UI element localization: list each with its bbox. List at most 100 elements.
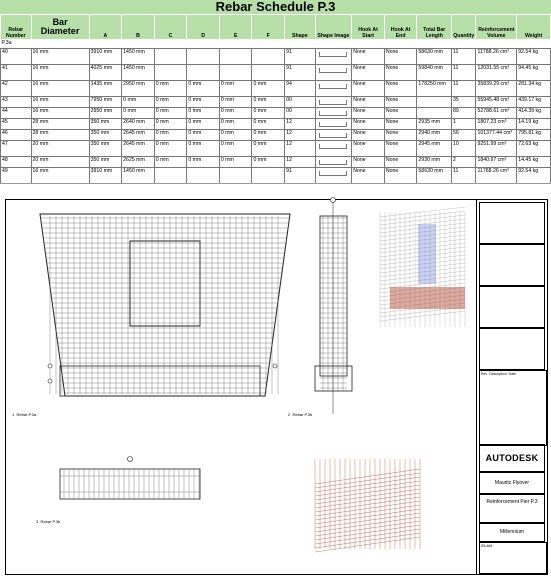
shape-sketch-icon — [319, 100, 348, 105]
cell-num: 49 — [0, 167, 32, 184]
cell-b: 2645 mm — [121, 140, 155, 157]
shape-sketch-icon — [319, 68, 348, 73]
view-label-3: 3 Rebar P.3b — [36, 519, 61, 524]
cell-vol: 12031.55 cm³ — [475, 64, 518, 81]
cell-wt: 281.34 kg — [516, 80, 551, 97]
cell-e: 0 mm — [218, 80, 253, 97]
cell-d: 0 mm — [186, 140, 220, 157]
col-header: Shape Image — [314, 14, 353, 40]
col-header: Hook At Start — [351, 14, 385, 40]
cell-a: 3910 mm — [88, 167, 123, 184]
cell-a: 350 mm — [88, 140, 123, 157]
cell-a: 1435 mm — [88, 80, 123, 97]
cell-f — [251, 48, 286, 65]
col-header: B — [121, 14, 155, 40]
cell-dia: 28 mm — [30, 129, 90, 141]
title-block: Rev Description Date AUTODESK Mauritz Fl… — [476, 199, 548, 575]
plan-drawing — [59, 456, 201, 500]
cell-d: 0 mm — [186, 129, 220, 141]
cell-vol: 1807.23 cm³ — [475, 118, 518, 130]
cell-e: 0 mm — [218, 96, 253, 108]
cell-shape: 12 — [284, 129, 316, 141]
cell-shape: 12 — [284, 140, 316, 157]
shape-sketch-icon — [319, 160, 348, 165]
cell-wt: 795.81 kg — [516, 129, 551, 141]
table-row: 49 16 mm 3910 mm 1450 mm 91 None None 58630 mm 1… — [0, 167, 551, 184]
cell-len: 59840 mm — [416, 64, 453, 81]
table-row: 43 16 mm 7950 mm 0 mm 0 mm 0 mm 0 mm 0 mm 00 None… — [0, 96, 551, 108]
cell-hs: None — [351, 64, 385, 81]
cell-hs: None — [351, 118, 385, 130]
cell-num: 43 — [0, 96, 32, 108]
cell-f: 0 mm — [251, 107, 286, 119]
table-row: 44 16 mm 2950 mm 0 mm 0 mm 0 mm 0 mm 0 mm 00 None… — [0, 107, 551, 119]
3d-view-bottom — [314, 459, 421, 553]
shape-image — [314, 167, 353, 184]
cell-vol: 1840.97 cm³ — [475, 156, 518, 168]
cell-he: None — [383, 64, 418, 81]
cell-f: 0 mm — [251, 118, 286, 130]
shape-sketch-icon — [319, 144, 348, 149]
cell-d — [186, 48, 220, 65]
cell-dia: 16 mm — [30, 107, 90, 119]
cell-dia: 20 mm — [30, 140, 90, 157]
cell-num: 45 — [0, 118, 32, 130]
shape-image — [314, 48, 353, 65]
cell-len: 2930 mm — [416, 156, 453, 168]
cell-dia: 16 mm — [30, 80, 90, 97]
cell-hs: None — [351, 129, 385, 141]
cell-shape: 00 — [284, 96, 316, 108]
shape-sketch-icon — [319, 84, 348, 89]
shape-image — [314, 96, 353, 108]
cell-wt: 14.45 kg — [516, 156, 551, 168]
col-header: Rebar Number — [0, 14, 32, 40]
cell-c: 0 mm — [153, 80, 188, 97]
shape-image — [314, 118, 353, 130]
shape-sketch-icon — [319, 52, 348, 57]
cell-dia: 16 mm — [30, 167, 90, 184]
cell-b: 0 mm — [121, 107, 155, 119]
shape-image — [314, 107, 353, 119]
cell-qty: 35 — [451, 96, 477, 108]
table-row: 48 20 mm 350 mm 2625 mm 0 mm 0 mm 0 mm 0 mm 12 No… — [0, 156, 551, 168]
cell-hs: None — [351, 167, 385, 184]
cell-f: 0 mm — [251, 96, 286, 108]
cell-c: 0 mm — [153, 107, 188, 119]
cell-len: 58630 mm — [416, 48, 453, 65]
cell-hs: None — [351, 96, 385, 108]
cell-dia: 16 mm — [30, 48, 90, 65]
cell-len: 178250 mm — [416, 80, 453, 97]
shape-sketch-icon — [319, 111, 348, 116]
table-row: 47 20 mm 350 mm 2645 mm 0 mm 0 mm 0 mm 0 mm 12 No… — [0, 140, 551, 157]
cell-f: 0 mm — [251, 140, 286, 157]
tb-notes-area — [479, 328, 545, 370]
rebar-schedule-table: Rebar Number Bar Diameter A B C D E F Shape Shape… — [0, 14, 551, 184]
cell-shape: 12 — [284, 118, 316, 130]
cell-b: 0 mm — [121, 96, 155, 108]
cell-wt: 414.39 kg — [516, 107, 551, 119]
cell-wt: 72.63 kg — [516, 140, 551, 157]
col-header: D — [186, 14, 220, 40]
cell-qty: 56 — [451, 129, 477, 141]
table-row: 46 28 mm 350 mm 2645 mm 0 mm 0 mm 0 mm 0 mm 12 No… — [0, 129, 551, 141]
shape-image — [314, 156, 353, 168]
cell-a: 3910 mm — [88, 48, 123, 65]
cell-qty: 11 — [451, 167, 477, 184]
cell-dia: 16 mm — [30, 64, 90, 81]
cell-wt: 92.54 kg — [516, 167, 551, 184]
cell-len — [416, 107, 453, 119]
cell-e: 0 mm — [218, 107, 253, 119]
table-row: 45 28 mm 350 mm 2640 mm 0 mm 0 mm 0 mm 0 mm 12 No… — [0, 118, 551, 130]
cell-a: 350 mm — [88, 156, 123, 168]
shape-sketch-icon — [319, 133, 348, 138]
table-row: 42 16 mm 1435 mm 2950 mm 0 mm 0 mm 0 mm 0 mm 94 N… — [0, 80, 551, 97]
cell-c: 0 mm — [153, 156, 188, 168]
cell-b: 2625 mm — [121, 156, 155, 168]
cell-hs: None — [351, 48, 385, 65]
cell-b: 1450 mm — [121, 167, 155, 184]
shape-image — [314, 140, 353, 157]
cell-b: 1450 mm — [121, 48, 155, 65]
cell-vol: 52788.61 cm³ — [475, 107, 518, 119]
shape-image — [314, 80, 353, 97]
table-row: 40 16 mm 3910 mm 1450 mm 91 None None 58630 mm 1… — [0, 48, 551, 65]
